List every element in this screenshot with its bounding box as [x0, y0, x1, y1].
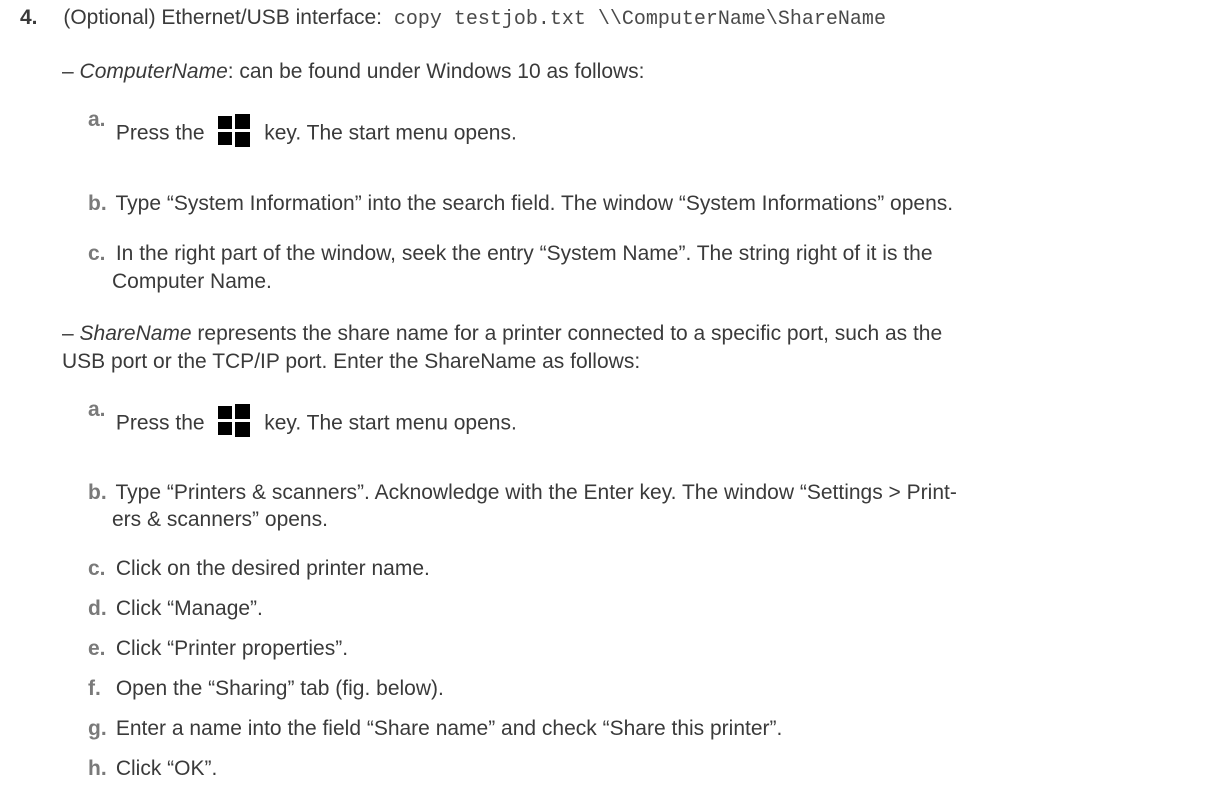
dash: –	[62, 60, 74, 83]
sn-step-b: b. Type “Printers & scanners”. Acknowled…	[88, 481, 957, 505]
step-letter: g.	[88, 717, 107, 740]
term-sharename: ShareName	[79, 322, 192, 345]
step-4-line: 4. (Optional) Ethernet/USB interface: co…	[20, 6, 886, 31]
sn-step-b-line2: ers & scanners” opens.	[112, 508, 328, 531]
term-computername: ComputerName	[79, 60, 228, 83]
sn-step-a: Press the key. The start menu opens.	[88, 404, 517, 440]
cn-step-a: Press the key. The start menu opens.	[88, 114, 517, 150]
sharename-intro: – ShareName represents the share name fo…	[62, 322, 942, 346]
windows-key-icon	[218, 114, 251, 147]
sn-step-d: d. Click “Manage”.	[88, 597, 263, 621]
step-text: Click “OK”.	[115, 757, 218, 780]
step-text: Open the “Sharing” tab (fig. below).	[115, 677, 444, 700]
step-text-line1: In the right part of the window, seek th…	[115, 242, 933, 265]
step-number: 4.	[20, 6, 38, 29]
step-letter: b.	[88, 481, 107, 504]
step-text: Type “System Information” into the searc…	[115, 192, 954, 215]
computername-text: : can be found under Windows 10 as follo…	[227, 60, 645, 83]
computername-intro: – ComputerName: can be found under Windo…	[62, 60, 645, 84]
sn-step-h: h. Click “OK”.	[88, 757, 217, 781]
step-text-line1: Type “Printers & scanners”. Acknowledge …	[115, 481, 957, 504]
sn-step-c: c. Click on the desired printer name.	[88, 557, 430, 581]
command-text: copy testjob.txt \\ComputerName\ShareNam…	[393, 8, 886, 31]
step-text: Enter a name into the field “Share name”…	[115, 717, 783, 740]
step-text-after: key. The start menu opens.	[264, 411, 517, 435]
sharename-intro-line2: USB port or the TCP/IP port. Enter the S…	[62, 350, 641, 373]
step-letter: d.	[88, 597, 107, 620]
sharename-text: represents the share name for a printer …	[191, 322, 943, 345]
step-text: Click “Printer properties”.	[115, 637, 349, 660]
step-letter: h.	[88, 757, 107, 780]
sn-step-f: f. Open the “Sharing” tab (fig. below).	[88, 677, 444, 701]
sn-step-e: e. Click “Printer properties”.	[88, 637, 348, 661]
step-text-before: Press the	[115, 411, 205, 435]
windows-key-icon	[218, 404, 251, 437]
step-text: Click on the desired printer name.	[115, 557, 430, 580]
step-text: Click “Manage”.	[115, 597, 263, 620]
step-text-after: key. The start menu opens.	[264, 121, 517, 145]
step-letter: b.	[88, 192, 107, 215]
cn-step-c-line2: Computer Name.	[112, 270, 272, 293]
cn-step-b: b. Type “System Information” into the se…	[88, 192, 953, 216]
step-label: (Optional) Ethernet/USB interface:	[63, 6, 383, 29]
step-letter: e.	[88, 637, 106, 660]
step-letter: c.	[88, 242, 106, 265]
step-letter: f.	[88, 677, 101, 700]
step-text-before: Press the	[115, 121, 205, 145]
sn-step-g: g. Enter a name into the field “Share na…	[88, 717, 782, 741]
cn-step-c: c. In the right part of the window, seek…	[88, 242, 933, 266]
step-letter: c.	[88, 557, 106, 580]
dash: –	[62, 322, 74, 345]
